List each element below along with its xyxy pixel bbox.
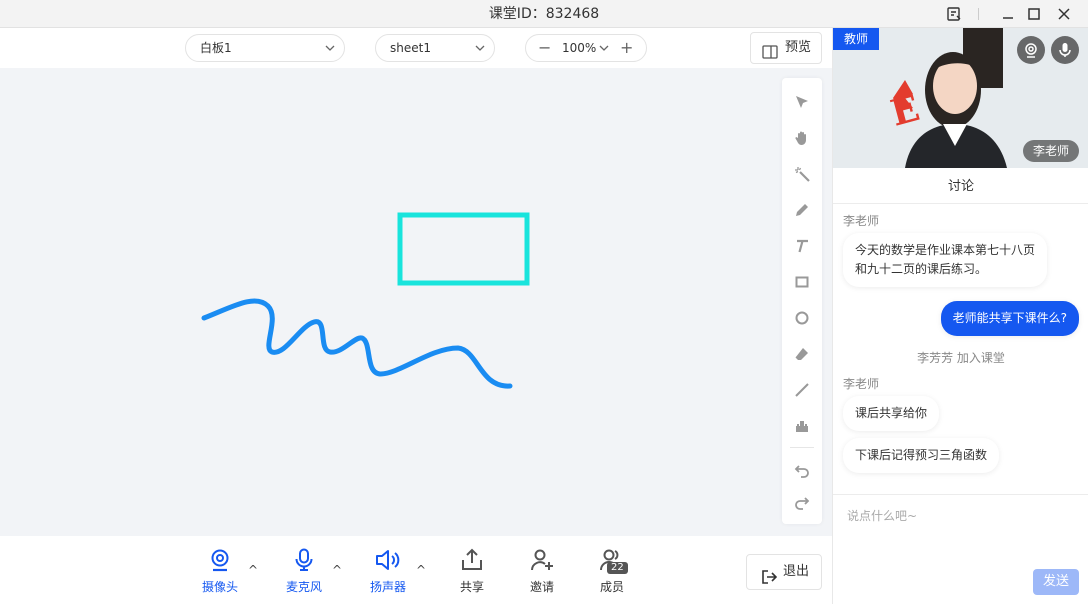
window-title: 课堂ID：832468	[488, 6, 600, 22]
camera-label: 摄像头	[201, 580, 238, 594]
close-icon[interactable]	[1054, 4, 1074, 24]
redo-icon[interactable]	[790, 490, 814, 514]
board-toolbar: 白板1 sheet1 − 100% + 预览	[0, 28, 832, 68]
message-text-line: 今天的数学是作业课本第七十八页	[855, 243, 1036, 257]
send-button[interactable]: 发送	[1033, 569, 1079, 595]
invite-label: 邀请	[529, 580, 554, 594]
rectangle-icon[interactable]	[790, 270, 814, 294]
teacher-name-tag: 李老师	[1022, 140, 1079, 162]
right-panel: E 教师 李老师 讨论 李老师 今天的数学是作业课本第七十八页 和九十二页的课后…	[832, 28, 1088, 604]
share-icon	[460, 548, 484, 576]
teacher-role-tag: 教师	[833, 28, 879, 50]
members-button[interactable]: 22 成员	[590, 548, 634, 595]
video-mic-toggle-icon[interactable]	[1051, 36, 1079, 64]
zoom-in-button[interactable]: +	[620, 35, 633, 61]
video-camera-toggle-icon[interactable]	[1017, 36, 1045, 64]
sheet-select[interactable]: sheet1	[375, 34, 495, 62]
message-text-line: 和九十二页的课后练习。	[855, 262, 988, 276]
title-bar: 课堂ID：832468	[0, 0, 1088, 28]
zoom-level[interactable]: 100%	[562, 35, 596, 61]
pen-icon[interactable]	[790, 198, 814, 222]
members-label: 成员	[599, 580, 624, 594]
minimize-icon[interactable]	[998, 4, 1018, 24]
microphone-label: 麦克风	[285, 580, 322, 594]
chat-message: 下课后记得预习三角函数	[843, 438, 1000, 473]
system-message: 李芳芳 加入课堂	[917, 351, 1005, 365]
drawn-freehand-line	[201, 298, 513, 389]
title-divider	[978, 8, 979, 20]
share-label: 共享	[459, 580, 484, 594]
chat-message: 课后共享给你	[843, 396, 940, 431]
members-count-badge: 22	[607, 562, 628, 574]
invite-button[interactable]: 邀请	[520, 548, 564, 595]
circle-icon[interactable]	[790, 306, 814, 330]
chat-messages: 李老师 今天的数学是作业课本第七十八页 和九十二页的课后练习。 老师能共享下课件…	[833, 204, 1088, 494]
camera-icon	[208, 549, 232, 576]
zoom-control: − 100% +	[525, 34, 647, 62]
media-bar: 摄像头 ^ 麦克风 ^ 扬声器 ^ 共享 邀请 22 成员 退出	[0, 536, 832, 604]
exit-label: 退出	[783, 564, 810, 579]
exit-button[interactable]: 退出	[746, 554, 822, 590]
speaker-icon	[375, 550, 401, 576]
teacher-video: E 教师 李老师	[833, 28, 1088, 168]
microphone-options-caret[interactable]: ^	[332, 563, 342, 577]
microphone-icon	[292, 548, 316, 576]
tool-divider	[790, 447, 814, 448]
message-sender: 李老师	[843, 214, 880, 228]
speaker-options-caret[interactable]: ^	[416, 563, 426, 577]
chat-message: 今天的数学是作业课本第七十八页 和九十二页的课后练习。	[843, 233, 1047, 287]
exit-icon	[761, 565, 778, 599]
maximize-icon[interactable]	[1024, 4, 1044, 24]
camera-options-caret[interactable]: ^	[248, 563, 258, 577]
line-icon[interactable]	[790, 378, 814, 402]
message-sender: 李老师	[843, 377, 880, 391]
zoom-out-button[interactable]: −	[538, 35, 551, 61]
preview-label: 预览	[785, 40, 812, 55]
sheet-select-value: sheet1	[390, 41, 431, 55]
select-icon[interactable]	[790, 90, 814, 114]
hand-icon[interactable]	[790, 126, 814, 150]
undo-icon[interactable]	[790, 458, 814, 482]
microphone-button[interactable]: 麦克风	[282, 548, 326, 595]
stamp-icon[interactable]	[790, 414, 814, 438]
chat-title: 讨论	[833, 168, 1088, 204]
whiteboard-canvas[interactable]	[0, 68, 832, 536]
chat-input-placeholder[interactable]: 说点什么吧~	[847, 507, 917, 524]
eraser-icon[interactable]	[790, 342, 814, 366]
chevron-down-icon	[324, 35, 336, 70]
share-button[interactable]: 共享	[450, 548, 494, 595]
chat-input-area[interactable]: 说点什么吧~ 发送	[833, 494, 1088, 604]
speaker-button[interactable]: 扬声器	[366, 548, 410, 595]
members-icon: 22	[600, 548, 628, 576]
chevron-down-icon[interactable]	[598, 35, 610, 70]
drawing-layer	[201, 212, 530, 389]
chevron-down-icon	[474, 35, 486, 70]
speaker-label: 扬声器	[369, 580, 406, 594]
text-icon[interactable]	[790, 234, 814, 258]
laser-pointer-icon[interactable]	[790, 162, 814, 186]
preview-button[interactable]: 预览	[750, 32, 822, 64]
camera-button[interactable]: 摄像头	[198, 548, 242, 595]
board-select-value: 白板1	[200, 41, 232, 55]
add-user-icon	[530, 549, 554, 576]
tool-palette	[782, 78, 822, 524]
feedback-icon[interactable]	[944, 4, 964, 24]
drawn-rectangle	[397, 212, 530, 286]
chat-message-own: 老师能共享下课件么?	[940, 301, 1079, 336]
board-select[interactable]: 白板1	[185, 34, 345, 62]
preview-icon	[762, 41, 778, 71]
